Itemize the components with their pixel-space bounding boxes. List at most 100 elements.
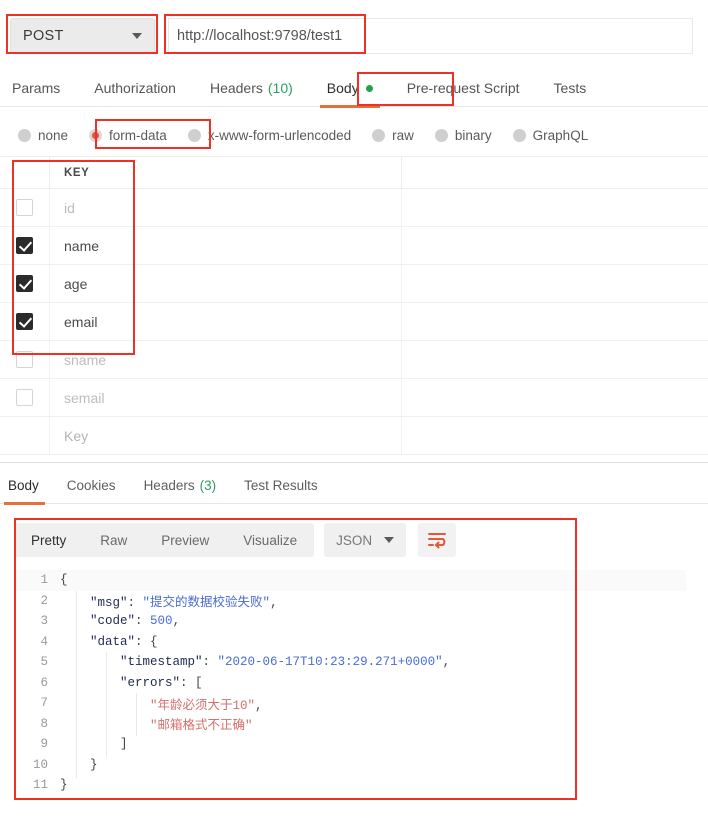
checkbox-name[interactable] — [16, 237, 33, 254]
response-tab-headers[interactable]: Headers (3) — [130, 468, 231, 504]
code-token: : — [127, 596, 143, 611]
line-number: 3 — [40, 614, 48, 629]
tab-pre-request-script[interactable]: Pre-request Script — [390, 70, 537, 107]
radio-x-www-form-urlencoded[interactable]: x-www-form-urlencoded — [187, 128, 360, 143]
tab-authorization[interactable]: Authorization — [77, 70, 193, 107]
line-number: 11 — [32, 778, 48, 793]
row-key-name[interactable]: name — [50, 227, 402, 264]
code-token: ] — [120, 737, 128, 752]
word-wrap-button[interactable] — [418, 523, 457, 557]
row-value-semail[interactable] — [402, 379, 708, 416]
radio-binary[interactable]: binary — [434, 128, 501, 143]
row-checkbox-cell[interactable] — [0, 303, 50, 340]
row-key-semail[interactable]: semail — [50, 379, 402, 416]
viewer-mode-group: Pretty Raw Preview Visualize — [14, 523, 315, 557]
tab-headers[interactable]: Headers (10) — [193, 70, 310, 107]
http-method-label: POST — [23, 28, 64, 44]
response-tab-test-results[interactable]: Test Results — [230, 468, 332, 504]
row-key-age[interactable]: age — [50, 265, 402, 302]
viewer-mode-raw[interactable]: Raw — [83, 523, 144, 557]
code-token: } — [90, 757, 98, 772]
tab-body[interactable]: Body — [310, 70, 390, 108]
tab-pre-request-script-label: Pre-request Script — [406, 80, 520, 96]
line-number: 7 — [40, 696, 48, 711]
row-checkbox-cell[interactable] — [0, 189, 50, 226]
new-row-key-input[interactable]: Key — [50, 417, 402, 454]
row-checkbox-cell[interactable] — [0, 379, 50, 416]
code-token: "data" — [90, 634, 136, 649]
radio-x-www-form-urlencoded-icon — [187, 128, 201, 142]
code-text: "errors": [ — [60, 676, 203, 690]
code-token: "code" — [90, 614, 136, 629]
tab-params-label: Params — [12, 80, 61, 96]
code-line: 11} — [14, 775, 686, 796]
row-key-sname[interactable]: sname — [50, 341, 402, 378]
viewer-mode-preview[interactable]: Preview — [144, 523, 226, 557]
tab-body-label: Body — [326, 80, 359, 96]
code-token: "提交的数据校验失败" — [142, 596, 271, 611]
table-row-new[interactable]: Key — [0, 417, 708, 455]
code-text: "年龄必须大于10", — [60, 694, 263, 713]
row-value-email[interactable] — [402, 303, 708, 340]
new-row-checkbox-cell — [0, 417, 50, 454]
response-tab-cookies[interactable]: Cookies — [53, 468, 130, 504]
code-line: 4 "data": { — [14, 632, 686, 653]
row-value-id[interactable] — [402, 189, 708, 226]
code-text: "data": { — [60, 635, 158, 649]
chevron-down-icon — [384, 537, 395, 543]
code-token: , — [270, 596, 278, 611]
http-method-dropdown[interactable]: POST — [10, 18, 155, 54]
tab-params[interactable]: Params — [0, 70, 77, 107]
checkbox-age[interactable] — [16, 275, 33, 292]
radio-graphql[interactable]: GraphQL — [512, 128, 598, 143]
response-body-code[interactable]: 1{2 "msg": "提交的数据校验失败", 3 "code": 500, 4 "… — [14, 570, 686, 798]
line-number: 2 — [40, 593, 48, 608]
row-checkbox-cell[interactable] — [0, 341, 50, 378]
viewer-mode-visualize-label: Visualize — [243, 532, 298, 548]
url-input[interactable]: http://localhost:9798/test1 — [168, 18, 693, 54]
code-line: 6 "errors": [ — [14, 673, 686, 694]
table-row[interactable]: name — [0, 227, 708, 265]
row-key-id[interactable]: id — [50, 189, 402, 226]
word-wrap-icon — [428, 533, 447, 549]
row-value-age[interactable] — [402, 265, 708, 302]
request-tabs: Params Authorization Headers (10) Body P… — [0, 70, 708, 108]
checkbox-email[interactable] — [16, 313, 33, 330]
checkbox-sname[interactable] — [16, 351, 33, 368]
code-line: 8 "邮箱格式不正确" — [14, 714, 686, 735]
radio-raw-label: raw — [392, 127, 414, 143]
row-checkbox-cell[interactable] — [0, 265, 50, 302]
row-key-email[interactable]: email — [50, 303, 402, 340]
table-row[interactable]: semail — [0, 379, 708, 417]
line-number: 4 — [40, 634, 48, 649]
radio-raw[interactable]: raw — [372, 128, 423, 143]
viewer-mode-preview-label: Preview — [161, 532, 210, 548]
code-text: { — [60, 573, 68, 587]
table-row[interactable]: sname — [0, 341, 708, 379]
row-value-sname[interactable] — [402, 341, 708, 378]
postman-screenshot: POST http://localhost:9798/test1 Params … — [0, 0, 708, 819]
line-number: 10 — [32, 757, 48, 772]
radio-form-data[interactable]: form-data — [89, 128, 176, 143]
table-row[interactable]: email — [0, 303, 708, 341]
checkbox-semail[interactable] — [16, 389, 33, 406]
code-token: { — [150, 634, 158, 649]
body-active-indicator-icon — [365, 84, 373, 92]
radio-none[interactable]: none — [18, 128, 77, 143]
viewer-mode-visualize[interactable]: Visualize — [226, 523, 314, 557]
checkbox-id[interactable] — [16, 199, 33, 216]
response-tab-body[interactable]: Body — [0, 468, 53, 505]
tab-headers-count: (10) — [267, 80, 293, 96]
tab-tests[interactable]: Tests — [537, 70, 604, 107]
row-checkbox-cell[interactable] — [0, 227, 50, 264]
table-row[interactable]: id — [0, 189, 708, 227]
response-format-dropdown[interactable]: JSON — [324, 523, 407, 557]
code-token: : — [135, 614, 151, 629]
code-text: } — [60, 758, 98, 772]
new-row-value-input[interactable] — [402, 417, 708, 454]
row-value-name[interactable] — [402, 227, 708, 264]
code-text: ] — [60, 737, 128, 751]
table-row[interactable]: age — [0, 265, 708, 303]
radio-none-label: none — [38, 127, 69, 143]
viewer-mode-pretty[interactable]: Pretty — [14, 523, 83, 557]
